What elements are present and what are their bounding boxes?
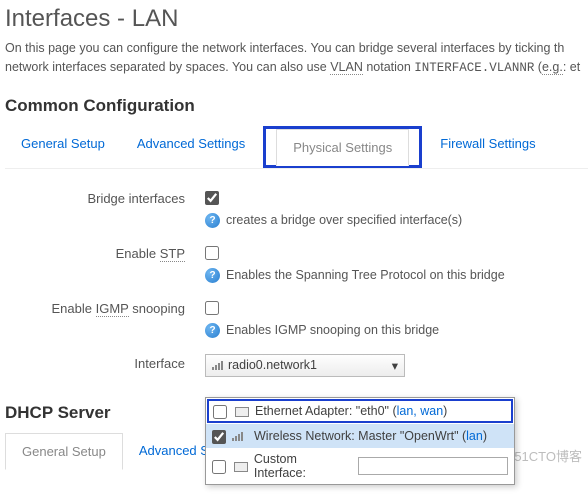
help-icon: ?	[205, 213, 220, 228]
custom-nic-icon	[232, 460, 248, 472]
interface-select[interactable]: radio0.network1 ▾	[205, 354, 405, 377]
tab-firewall[interactable]: Firewall Settings	[424, 126, 551, 168]
chevron-down-icon: ▾	[392, 358, 398, 373]
custom-interface-input[interactable]	[358, 457, 508, 475]
bridge-checkbox[interactable]	[205, 191, 219, 205]
opt-eth0-checkbox[interactable]	[213, 405, 227, 419]
config-tabs: General Setup Advanced Settings Physical…	[5, 126, 588, 169]
tab-general[interactable]: General Setup	[5, 126, 121, 168]
igmp-label: Enable IGMP snooping	[5, 299, 205, 316]
dropdown-opt-wireless[interactable]: Wireless Network: Master "OpenWrt" (lan)	[206, 424, 514, 448]
opt-wireless-checkbox[interactable]	[212, 430, 226, 444]
stp-label: Enable STP	[5, 244, 205, 261]
interface-dropdown: Ethernet Adapter: "eth0" (lan, wan) Wire…	[205, 397, 515, 485]
section-common-config: Common Configuration	[5, 96, 588, 116]
help-icon: ?	[205, 323, 220, 338]
field-igmp: Enable IGMP snooping ? Enables IGMP snoo…	[5, 289, 588, 344]
page-description: On this page you can configure the netwo…	[5, 39, 588, 78]
interface-label: Interface	[5, 354, 205, 371]
dropdown-opt-eth0[interactable]: Ethernet Adapter: "eth0" (lan, wan)	[207, 399, 513, 423]
tab-physical[interactable]: Physical Settings	[276, 129, 409, 166]
bridge-label: Bridge interfaces	[5, 189, 205, 206]
field-stp: Enable STP ? Enables the Spanning Tree P…	[5, 234, 588, 289]
igmp-hint: ? Enables IGMP snooping on this bridge	[205, 323, 588, 338]
stp-checkbox[interactable]	[205, 246, 219, 260]
opt-custom-checkbox[interactable]	[212, 460, 226, 474]
tab-physical-highlight: Physical Settings	[263, 126, 422, 168]
page-title: Interfaces - LAN	[5, 5, 588, 33]
wireless-icon	[212, 361, 223, 370]
stp-hint: ? Enables the Spanning Tree Protocol on …	[205, 268, 588, 283]
igmp-checkbox[interactable]	[205, 301, 219, 315]
help-icon: ?	[205, 268, 220, 283]
field-bridge: Bridge interfaces ? creates a bridge ove…	[5, 179, 588, 234]
tab-advanced[interactable]: Advanced Settings	[121, 126, 261, 168]
ethernet-icon	[233, 405, 249, 417]
dropdown-opt-custom[interactable]: Custom Interface:	[206, 448, 514, 484]
field-interface: Interface radio0.network1 ▾	[5, 344, 588, 383]
bridge-hint: ? creates a bridge over specified interf…	[205, 213, 588, 228]
dhcp-tab-general[interactable]: General Setup	[5, 433, 123, 470]
wireless-icon	[232, 432, 243, 441]
